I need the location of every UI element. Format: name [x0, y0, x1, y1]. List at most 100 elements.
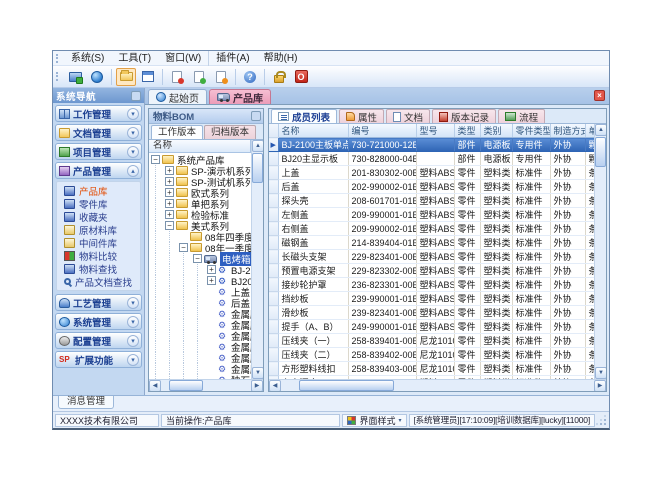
sidebar-section-0[interactable]: 工作管理: [55, 105, 142, 122]
table-row[interactable]: 长磁头支架229-823401-00E塑料ABS零件塑料类标准件外协条: [269, 250, 594, 264]
collapse-icon[interactable]: [179, 243, 188, 252]
sidebar-item-2[interactable]: 收藏夹: [57, 210, 140, 223]
scroll-down-icon[interactable]: [595, 367, 606, 379]
table-row[interactable]: ▶BJ-2100主板单点730-721000-12E部件电源板专用件外协颗: [269, 138, 594, 152]
tree-column-header[interactable]: 名称: [149, 140, 251, 153]
sidebar-section-1[interactable]: 文档管理: [55, 124, 142, 141]
sidebar-section-4[interactable]: 工艺管理: [55, 294, 142, 311]
doc-red-button[interactable]: [167, 68, 187, 86]
column-header-1[interactable]: 编号: [348, 124, 416, 138]
table-row[interactable]: 压线夹（二）258-839402-00E尼龙1010零件塑料类标准件外协条: [269, 348, 594, 362]
table-horizontal-scrollbar[interactable]: [269, 379, 606, 391]
table-row[interactable]: 压线夹（一）258-839401-00E尼龙1010零件塑料类标准件外协条: [269, 334, 594, 348]
column-header-6[interactable]: 制造方式: [550, 124, 585, 138]
tree-horizontal-scrollbar[interactable]: [149, 379, 263, 391]
doc-tab-0[interactable]: 起始页: [148, 89, 207, 104]
sidebar-section-5[interactable]: 系统管理: [55, 313, 142, 330]
expand-icon[interactable]: [207, 276, 216, 285]
sidebar-item-1[interactable]: 零件库: [57, 197, 140, 210]
scroll-right-icon[interactable]: [594, 380, 606, 392]
folder-button[interactable]: [116, 68, 136, 86]
scroll-left-icon[interactable]: [149, 380, 161, 392]
sidebar-section-6[interactable]: 配置管理: [55, 332, 142, 349]
lock-button[interactable]: [269, 68, 289, 86]
scrollbar-thumb[interactable]: [595, 137, 606, 167]
chevron-down-icon[interactable]: [127, 297, 139, 309]
sidebar-item-3[interactable]: 原材料库: [57, 223, 140, 236]
bom-panel-menu-button[interactable]: [251, 111, 261, 121]
monitor-button[interactable]: [65, 68, 85, 86]
globe-button[interactable]: [87, 68, 107, 86]
doc-green-button[interactable]: [189, 68, 209, 86]
doc-tab-1[interactable]: 产品库: [209, 89, 271, 104]
table-row[interactable]: 方形塑料线扣258-839403-00E尼龙1010零件塑料类标准件外协条: [269, 362, 594, 376]
column-header-5[interactable]: 零件类型: [512, 124, 550, 138]
detail-tab-1[interactable]: 属性: [339, 109, 384, 123]
expand-icon[interactable]: [165, 210, 174, 219]
column-header-4[interactable]: 类别: [480, 124, 512, 138]
table-row[interactable]: 左侧盖209-990001-01E塑料ABS零件塑料类标准件外协条: [269, 208, 594, 222]
chevron-down-icon[interactable]: [127, 316, 139, 328]
scrollbar-thumb[interactable]: [252, 153, 263, 183]
menu-item-4[interactable]: 帮助(H): [257, 51, 305, 66]
collapse-icon[interactable]: [193, 254, 202, 263]
table-row[interactable]: 接纱轮护罩236-823301-00E塑料ABS零件塑料类标准件外协条: [269, 278, 594, 292]
scroll-up-icon[interactable]: [252, 140, 263, 152]
chevron-down-icon[interactable]: [127, 335, 139, 347]
collapse-icon[interactable]: [151, 155, 160, 164]
menu-item-2[interactable]: 窗口(W): [158, 51, 208, 66]
layout-button[interactable]: [138, 68, 158, 86]
window-resize-grip[interactable]: [597, 414, 607, 426]
version-tab-1[interactable]: 归档版本: [204, 125, 256, 139]
chevron-down-icon[interactable]: [127, 127, 139, 139]
ui-style-dropdown[interactable]: 界面样式: [342, 414, 406, 427]
sidebar-item-7[interactable]: 产品文档查找: [57, 275, 140, 288]
sidebar-section-3[interactable]: 产品管理: [55, 162, 142, 179]
table-row[interactable]: 滑纱板239-823401-00E塑料ABS零件塑料类标准件外协条: [269, 306, 594, 320]
scrollbar-thumb[interactable]: [169, 380, 203, 391]
column-header-7[interactable]: 单位: [585, 124, 594, 138]
message-management-tab[interactable]: 消息管理: [58, 396, 114, 409]
table-row[interactable]: 后盖202-990002-01E塑料ABS零件塑料类标准件外协条: [269, 180, 594, 194]
expand-icon[interactable]: [165, 188, 174, 197]
chevron-up-icon[interactable]: [127, 165, 139, 177]
table-row[interactable]: 提手（A、B）249-990001-01E塑料ABS零件塑料类标准件外协条: [269, 320, 594, 334]
scroll-right-icon[interactable]: [251, 380, 263, 392]
expand-icon[interactable]: [165, 199, 174, 208]
scroll-up-icon[interactable]: [595, 124, 606, 136]
detail-tab-3[interactable]: 版本记录: [432, 109, 496, 123]
chevron-down-icon[interactable]: [127, 354, 139, 366]
table-row[interactable]: 预置电源支架229-823302-00E塑料ABS零件塑料类标准件外协条: [269, 264, 594, 278]
table-row[interactable]: 挡纱板239-990001-01E塑料ABS零件塑料类标准件外协条: [269, 292, 594, 306]
column-header-2[interactable]: 型号: [416, 124, 454, 138]
expand-icon[interactable]: [207, 265, 216, 274]
sidebar-section-2[interactable]: 项目管理: [55, 143, 142, 160]
chevron-down-icon[interactable]: [127, 108, 139, 120]
scroll-down-icon[interactable]: [252, 367, 263, 379]
expand-icon[interactable]: [165, 166, 174, 175]
table-vertical-scrollbar[interactable]: [594, 124, 606, 379]
table-row[interactable]: 磁钢盖214-839404-01E塑料ABS零件塑料类标准件外协条: [269, 236, 594, 250]
sidebar-item-0[interactable]: 产品库: [57, 184, 140, 197]
scrollbar-thumb[interactable]: [299, 380, 394, 391]
menu-item-0[interactable]: 系统(S): [64, 51, 111, 66]
tree-vertical-scrollbar[interactable]: [251, 140, 263, 379]
sidebar-item-4[interactable]: 中间件库: [57, 236, 140, 249]
detail-tab-4[interactable]: 流程: [498, 109, 545, 123]
sidebar-item-6[interactable]: 物料查找: [57, 262, 140, 275]
table-row[interactable]: BJ20主显示板730-828000-04E部件电源板专用件外协颗: [269, 152, 594, 166]
power-button[interactable]: O: [291, 68, 311, 86]
detail-tab-0[interactable]: 成员列表: [271, 109, 337, 123]
table-row[interactable]: 探头壳208-601701-01E塑料ABS零件塑料类标准件外协条: [269, 194, 594, 208]
sidebar-item-5[interactable]: 物料比较: [57, 249, 140, 262]
help-button[interactable]: ?: [240, 68, 260, 86]
version-tab-0[interactable]: 工作版本: [151, 125, 203, 139]
chevron-down-icon[interactable]: [127, 146, 139, 158]
table-row[interactable]: 右侧盖209-990002-01E塑料ABS零件塑料类标准件外协条: [269, 222, 594, 236]
scroll-left-icon[interactable]: [269, 380, 281, 392]
close-tab-button[interactable]: [594, 90, 605, 101]
column-header-0[interactable]: 名称: [278, 124, 348, 138]
detail-tab-2[interactable]: 文档: [386, 109, 430, 123]
menu-item-1[interactable]: 工具(T): [111, 51, 158, 66]
sidebar-section-7[interactable]: 扩展功能: [55, 351, 142, 368]
